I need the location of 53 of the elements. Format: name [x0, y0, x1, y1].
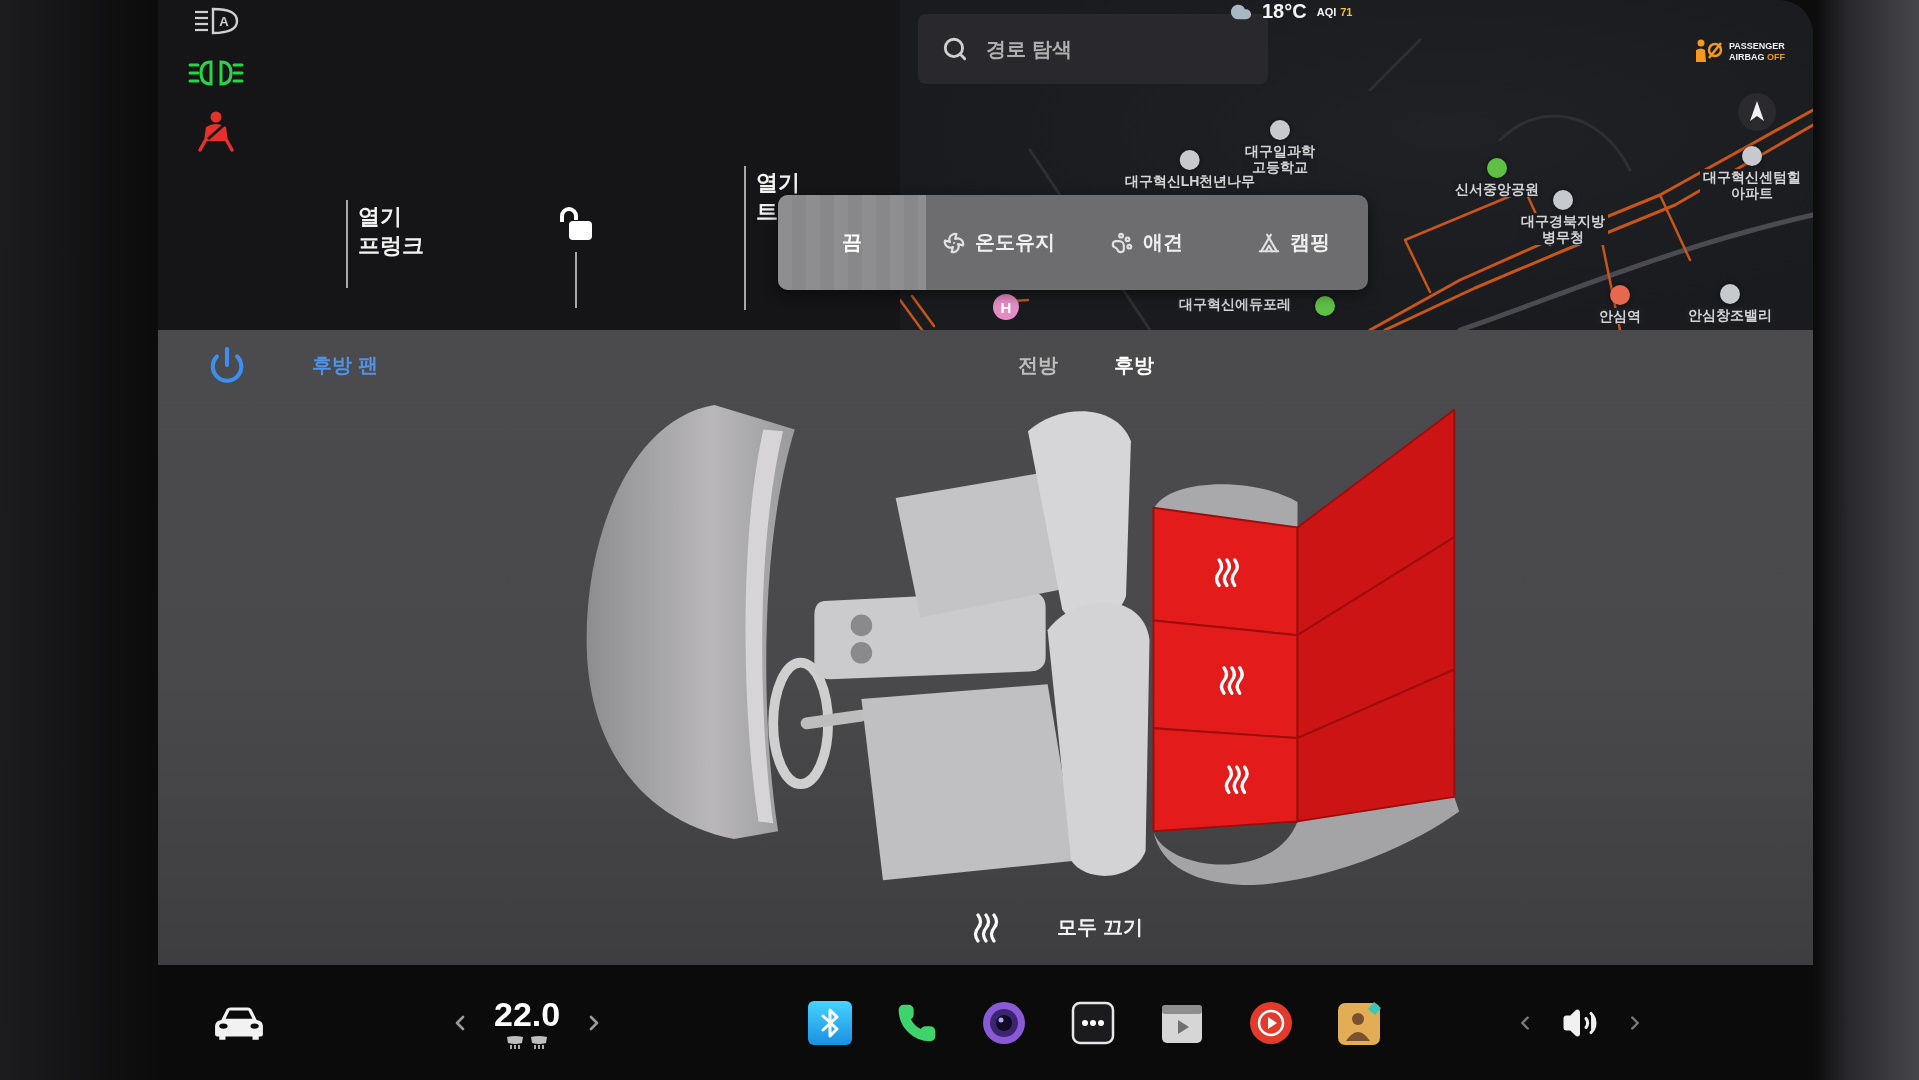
- tent-icon: [1258, 231, 1281, 254]
- fan-icon: [943, 231, 966, 254]
- map-marker[interactable]: H: [993, 294, 1019, 320]
- seat-heat-icon: [1219, 666, 1244, 695]
- power-icon[interactable]: [208, 346, 246, 384]
- place-label: 대구일과학 고등학교: [1242, 143, 1318, 176]
- map-pin-icon[interactable]: [1270, 120, 1290, 140]
- view-tab[interactable]: 전방: [1018, 351, 1058, 379]
- map-pin-icon[interactable]: [1315, 296, 1335, 316]
- aqi-label: AQI: [1316, 5, 1337, 18]
- map-pin-icon[interactable]: [1742, 146, 1762, 166]
- trunk-action-label[interactable]: 열기: [358, 202, 424, 231]
- mode-option[interactable]: 캠핑: [1220, 195, 1368, 290]
- airbag-status-text: PASSENGER AIRBAG OFF: [1729, 41, 1785, 63]
- map-pin-icon[interactable]: [1553, 190, 1573, 210]
- phone-icon[interactable]: [897, 1002, 937, 1043]
- more-icon[interactable]: [1071, 1000, 1115, 1045]
- seat-heat-icon[interactable]: [973, 912, 999, 943]
- camera-icon[interactable]: [982, 1000, 1026, 1045]
- mode-option[interactable]: 온도유지: [925, 195, 1073, 290]
- unlock-icon[interactable]: [558, 206, 594, 242]
- place-label: 대구경북지방 병무청: [1518, 213, 1608, 246]
- map-pin-icon[interactable]: [1487, 158, 1507, 178]
- rear-fan-button[interactable]: 후방 팬: [312, 351, 378, 379]
- portrait-app-icon[interactable]: [1338, 1000, 1382, 1045]
- seat-heater-icon[interactable]: [529, 1035, 550, 1050]
- bluetooth-icon[interactable]: [808, 1000, 852, 1045]
- cabin-temperature: 22.0: [494, 995, 561, 1033]
- seat-heat-icon: [1214, 558, 1239, 588]
- rear-seat[interactable]: [1152, 668, 1456, 833]
- seat-heater-icon[interactable]: [505, 1035, 526, 1050]
- compass-icon[interactable]: [1737, 92, 1777, 132]
- mode-option[interactable]: 끔: [778, 195, 926, 290]
- leader-line: [575, 252, 577, 308]
- paw-print-icon: [1110, 231, 1133, 254]
- daytime-lights-icon: [188, 58, 244, 88]
- road-line: [910, 294, 936, 328]
- seatbelt-warning-icon: [196, 110, 236, 152]
- road-line: [900, 298, 924, 330]
- rear-seat[interactable]: [1152, 408, 1456, 637]
- car-icon[interactable]: [213, 1004, 265, 1041]
- seat-heat-icon: [1224, 765, 1249, 795]
- view-tab[interactable]: 후방: [1114, 351, 1154, 379]
- all-off-button[interactable]: 모두 끄기: [1057, 914, 1143, 941]
- map-pin-icon[interactable]: [1720, 284, 1740, 304]
- trunk-label[interactable]: 프렁크: [358, 231, 424, 260]
- mode-option[interactable]: 애견: [1073, 195, 1221, 290]
- aqi-value: 71: [1340, 5, 1353, 18]
- play-icon[interactable]: [1249, 1000, 1293, 1045]
- trunk-action-label[interactable]: 열기: [756, 168, 800, 197]
- map-pin-icon[interactable]: [1610, 285, 1630, 305]
- search-icon: [942, 36, 968, 62]
- map-pin-icon[interactable]: [1180, 150, 1200, 170]
